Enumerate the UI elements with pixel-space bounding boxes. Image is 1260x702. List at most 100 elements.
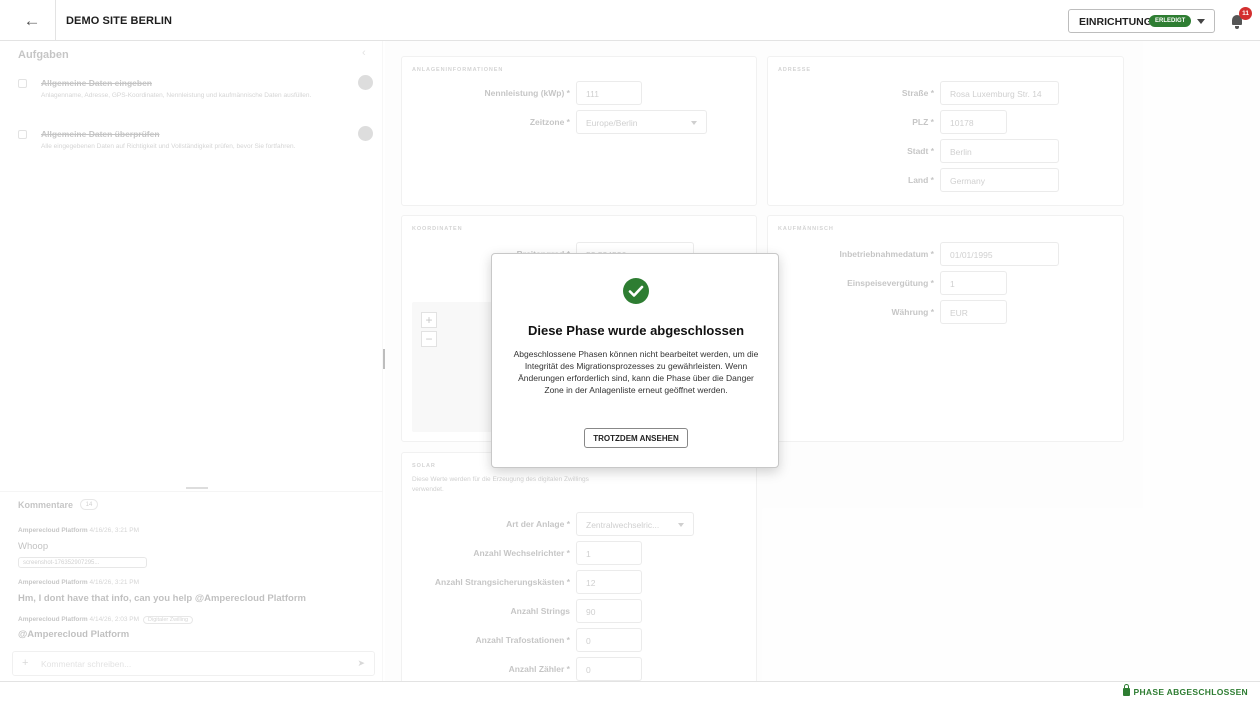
- zoom-out-button[interactable]: −: [421, 331, 437, 347]
- notifications-button[interactable]: 11: [1230, 7, 1252, 31]
- plz-input[interactable]: 10178: [940, 110, 1007, 134]
- field-value: 111: [586, 89, 599, 99]
- zoom-in-button[interactable]: +: [421, 312, 437, 328]
- field-label: PLZ *: [912, 117, 934, 127]
- card-subtitle: Diese Werte werden für die Erzeugung des…: [412, 476, 589, 493]
- comment-date: 4/16/26, 3:21 PM: [89, 579, 140, 586]
- comment-author: Amperecloud Platform: [18, 579, 88, 586]
- phase-completed-dialog: Diese Phase wurde abgeschlossen Abgeschl…: [491, 253, 779, 468]
- task-description: Alle eingegebenen Daten auf Richtigkeit …: [41, 143, 296, 150]
- card-title: ADRESSE: [778, 67, 811, 73]
- lock-icon: [1122, 684, 1130, 696]
- comment-text: Hm, I dont have that info, can you help …: [18, 593, 306, 604]
- field-label: Stadt *: [907, 146, 934, 156]
- comment-tag: Digitaler Zwilling: [143, 616, 194, 624]
- phase-label: EINRICHTUNG: [1079, 16, 1152, 28]
- task-checkbox[interactable]: [18, 130, 27, 139]
- comment-meta: Amperecloud Platform 4/16/26, 3:21 PM: [18, 527, 139, 534]
- tasks-panel: Aufgaben ‹ Allgemeine Daten eingeben Anl…: [0, 41, 383, 681]
- comment-input[interactable]: + Kommentar schreiben... ➤: [12, 651, 375, 676]
- field-label: Anzahl Zähler *: [508, 664, 570, 674]
- map[interactable]: + −: [412, 302, 492, 432]
- comment-author: Amperecloud Platform: [18, 616, 88, 623]
- check-circle-icon: [623, 278, 649, 304]
- card-adresse: ADRESSE Straße * Rosa Luxemburg Str. 14 …: [767, 56, 1124, 206]
- attachment-chip[interactable]: screenshot-176352907295...: [18, 557, 147, 568]
- collapse-icon[interactable]: ‹: [362, 47, 366, 59]
- field-value: 1: [950, 279, 955, 289]
- field-value: 01/01/1995: [950, 250, 993, 260]
- footer-bar: PHASE ABGESCHLOSSEN: [0, 681, 1260, 702]
- comment-date: 4/16/26, 3:21 PM: [89, 527, 140, 534]
- task-checkbox[interactable]: [18, 79, 27, 88]
- art-der-anlage-select[interactable]: Zentralwechselric...: [576, 512, 694, 536]
- field-label: Straße *: [901, 88, 934, 98]
- comment-meta: Amperecloud Platform 4/14/26, 2:03 PM Dig…: [18, 616, 194, 624]
- back-arrow-icon[interactable]: ←: [20, 10, 44, 32]
- divider: [55, 0, 56, 41]
- comment-text: Whoop: [18, 541, 49, 552]
- comment-author: Amperecloud Platform: [18, 527, 88, 534]
- anzahl-strangsicherungskaesten-input[interactable]: 12: [576, 570, 642, 594]
- stadt-input[interactable]: Berlin: [940, 139, 1059, 163]
- field-label: Währung *: [891, 307, 935, 317]
- field-label: Land *: [908, 175, 934, 185]
- waehrung-input[interactable]: EUR: [940, 300, 1007, 324]
- field-label: Anzahl Strangsicherungskästen *: [434, 577, 570, 587]
- field-label: Zeitzone *: [529, 117, 570, 127]
- view-anyway-button[interactable]: TROTZDEM ANSEHEN: [584, 428, 688, 448]
- comments-title: Kommentare: [18, 500, 74, 510]
- comments-count-badge: 14: [80, 499, 98, 510]
- resize-handle[interactable]: [186, 487, 208, 489]
- field-value: 0: [586, 636, 591, 646]
- field-value: 90: [586, 607, 596, 617]
- dialog-title: Diese Phase wurde abgeschlossen: [527, 323, 745, 338]
- phase-status-label: PHASE ABGESCHLOSSEN: [1133, 687, 1248, 697]
- field-label: Nennleistung (kWp) *: [484, 88, 570, 98]
- panel-title: Aufgaben: [18, 49, 69, 61]
- task-title: Allgemeine Daten eingeben: [41, 78, 152, 88]
- top-bar: ← DEMO SITE BERLIN EINRICHTUNG ERLEDIGT …: [0, 0, 1260, 41]
- comment-meta: Amperecloud Platform 4/16/26, 3:21 PM: [18, 579, 139, 586]
- land-input[interactable]: Germany: [940, 168, 1059, 192]
- field-label: Anzahl Strings: [510, 606, 570, 616]
- task-description: Anlagenname, Adresse, GPS-Koordinaten, N…: [41, 92, 312, 99]
- inbetriebnahmedatum-input[interactable]: 01/01/1995: [940, 242, 1059, 266]
- card-title: KOORDINATEN: [412, 226, 463, 232]
- nennleistung-input[interactable]: 111: [576, 81, 642, 105]
- send-icon[interactable]: ➤: [357, 658, 365, 669]
- field-value: 10178: [950, 118, 974, 128]
- anzahl-wechselrichter-input[interactable]: 1: [576, 541, 642, 565]
- field-value: 1: [586, 549, 591, 559]
- plus-icon[interactable]: +: [22, 657, 28, 669]
- field-value: 0: [586, 665, 591, 675]
- field-value: Germany: [950, 176, 985, 186]
- notification-count-badge: 11: [1239, 7, 1252, 20]
- anzahl-zaehler-input[interactable]: 0: [576, 657, 642, 681]
- einspeiseverguetung-input[interactable]: 1: [940, 271, 1007, 295]
- field-value: EUR: [950, 308, 968, 318]
- anzahl-trafostationen-input[interactable]: 0: [576, 628, 642, 652]
- avatar: [358, 75, 373, 90]
- comment-text: @Amperecloud Platform: [18, 629, 130, 640]
- field-value: Rosa Luxemburg Str. 14: [950, 89, 1042, 99]
- chevron-down-icon: [691, 121, 697, 125]
- field-value: 12: [586, 578, 596, 588]
- comment-date: 4/14/26, 2:03 PM: [89, 616, 140, 623]
- field-label: Inbetriebnahmedatum *: [839, 249, 934, 259]
- divider: [0, 491, 383, 492]
- task-title: Allgemeine Daten überprüfen: [41, 129, 160, 139]
- phase-select[interactable]: EINRICHTUNG ERLEDIGT: [1068, 9, 1215, 33]
- field-label: Anzahl Trafostationen *: [475, 635, 570, 645]
- card-title: KAUFMÄNNISCH: [778, 226, 834, 232]
- comment-placeholder: Kommentar schreiben...: [41, 659, 132, 669]
- card-title: SOLAR: [412, 463, 436, 469]
- anzahl-strings-input[interactable]: 90: [576, 599, 642, 623]
- zeitzone-select[interactable]: Europe/Berlin: [576, 110, 707, 134]
- field-label: Anzahl Wechselrichter *: [473, 548, 570, 558]
- field-value: Berlin: [950, 147, 972, 157]
- avatar: [358, 126, 373, 141]
- strasse-input[interactable]: Rosa Luxemburg Str. 14: [940, 81, 1059, 105]
- card-kaufmaennisch: KAUFMÄNNISCH Inbetriebnahmedatum * 01/01…: [767, 215, 1124, 442]
- site-title: DEMO SITE BERLIN: [66, 15, 173, 27]
